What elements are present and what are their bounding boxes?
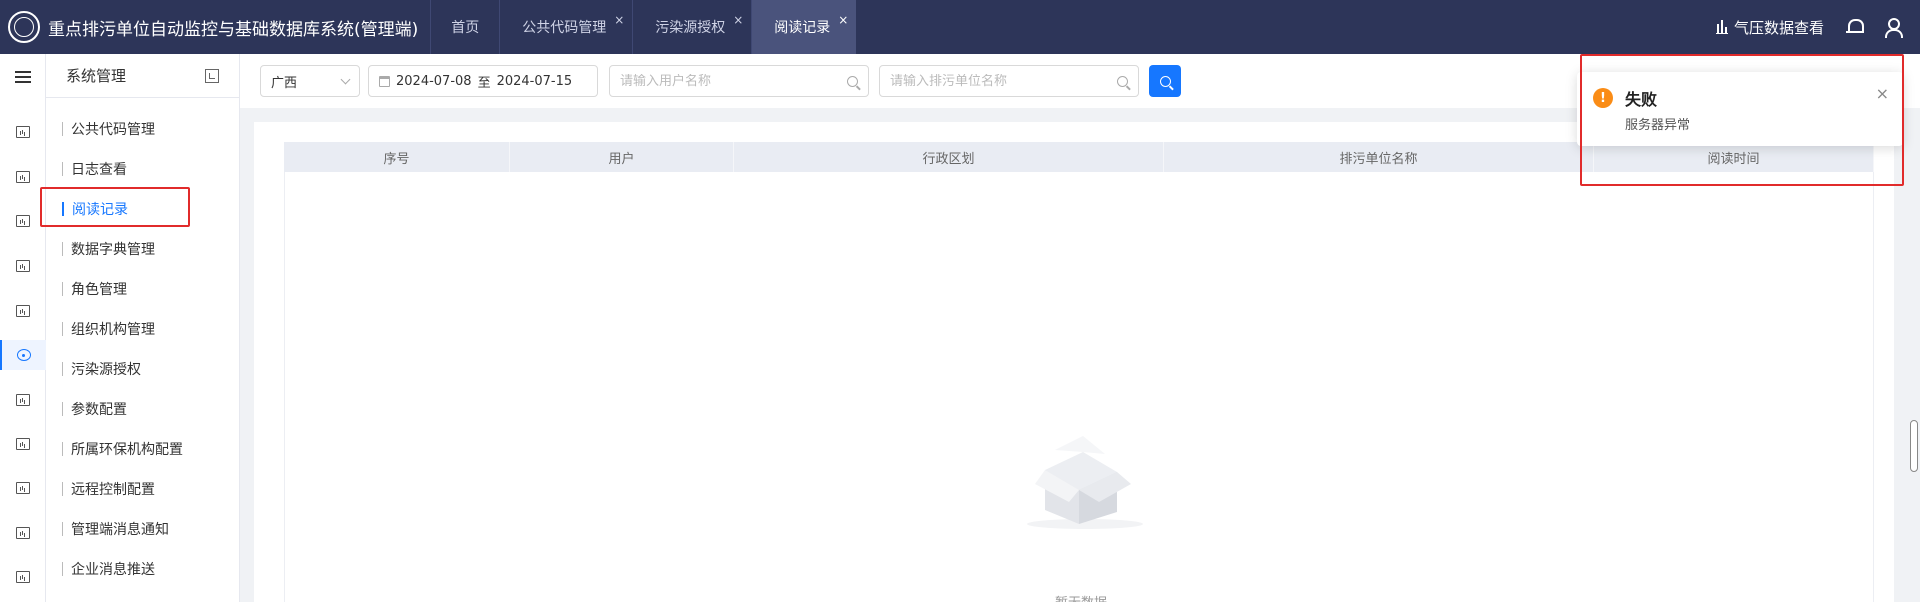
bell-icon[interactable]	[1846, 18, 1864, 36]
sidebar-item-public-code[interactable]: 公共代码管理	[62, 117, 155, 141]
tab-close-icon[interactable]: ×	[838, 14, 848, 26]
sidebar-item-dictionary[interactable]: 数据字典管理	[62, 237, 155, 261]
top-bar: 重点排污单位自动监控与基础数据库系统(管理端) 首页 公共代码管理 × 污染源授…	[0, 0, 1920, 54]
sidebar-item-label: 角色管理	[71, 282, 127, 298]
monitor-icon	[16, 126, 30, 138]
sidebar-item-label: 污染源授权	[71, 362, 141, 378]
user-icon[interactable]	[1884, 18, 1903, 38]
date-separator: 至	[477, 75, 491, 91]
unit-name-input[interactable]	[890, 73, 1117, 89]
rail-item-1[interactable]	[0, 117, 46, 147]
sidebar-item-label: 数据字典管理	[71, 242, 155, 258]
tab-close-icon[interactable]: ×	[614, 14, 624, 26]
tab-label: 首页	[451, 20, 480, 36]
tab-pollution-auth[interactable]: 污染源授权 ×	[632, 0, 751, 54]
monitor-icon	[16, 527, 30, 539]
header-actions: 气压数据查看	[1715, 0, 1920, 54]
pressure-data-link[interactable]: 气压数据查看	[1715, 17, 1824, 38]
tab-label: 公共代码管理	[522, 20, 607, 36]
search-icon	[1117, 75, 1128, 87]
sidebar-item-label: 管理端消息通知	[71, 522, 169, 538]
column-header-user: 用户	[510, 142, 734, 172]
search-icon	[847, 75, 858, 87]
date-start: 2024-07-08	[396, 73, 472, 89]
region-value: 广西	[271, 75, 298, 91]
rail-item-7[interactable]	[0, 385, 46, 415]
sidebar-item-env-agency[interactable]: 所属环保机构配置	[62, 437, 183, 461]
monitor-icon	[16, 394, 30, 406]
user-name-input[interactable]	[620, 73, 847, 89]
app-title: 重点排污单位自动监控与基础数据库系统(管理端)	[48, 19, 419, 40]
pressure-label: 气压数据查看	[1733, 18, 1824, 37]
region-select[interactable]: 广西	[260, 65, 360, 97]
doc-search-icon	[16, 305, 30, 317]
app-logo-icon	[8, 11, 40, 43]
empty-text: 暂无数据	[1055, 592, 1107, 602]
sidebar-item-pollution-auth[interactable]: 污染源授权	[62, 357, 141, 381]
sidebar-item-label: 日志查看	[71, 162, 127, 178]
monitor-icon	[16, 571, 30, 583]
highlight-box-sidebar	[40, 187, 190, 227]
sidebar-item-admin-notice[interactable]: 管理端消息通知	[62, 517, 169, 541]
rail-item-system[interactable]	[0, 340, 46, 370]
tab-home[interactable]: 首页	[430, 0, 499, 54]
column-header-unit-name: 排污单位名称	[1164, 142, 1594, 172]
hamburger-icon	[15, 71, 31, 83]
scrollbar[interactable]	[1910, 420, 1918, 472]
tab-close-icon[interactable]: ×	[733, 14, 743, 26]
search-icon	[1159, 75, 1171, 87]
sidebar-item-label: 远程控制配置	[71, 482, 155, 498]
empty-box-icon	[1027, 436, 1143, 529]
search-button[interactable]	[1149, 65, 1181, 97]
tab-reading-records[interactable]: 阅读记录 ×	[751, 0, 857, 54]
icon-rail	[0, 54, 46, 602]
settings-doc-icon	[16, 171, 30, 183]
sidebar-header: 系统管理	[46, 54, 239, 98]
sidebar-item-remote-control[interactable]: 远程控制配置	[62, 477, 155, 501]
column-header-index: 序号	[284, 142, 510, 172]
table-card: 序号 用户 行政区划 排污单位名称 阅读时间 暂无数据	[254, 122, 1894, 602]
sidebar-item-log[interactable]: 日志查看	[62, 157, 127, 181]
tab-label: 阅读记录	[774, 20, 831, 36]
sidebar-item-label: 所属环保机构配置	[71, 442, 183, 458]
monitor-icon	[16, 482, 30, 494]
sidebar-item-label: 企业消息推送	[71, 562, 155, 578]
rail-item-8[interactable]	[0, 429, 46, 459]
menu-toggle-button[interactable]	[0, 62, 46, 92]
chevron-down-icon	[340, 74, 351, 84]
monitor-icon	[16, 260, 30, 272]
power-icon	[16, 215, 30, 227]
tab-label: 污染源授权	[655, 20, 726, 36]
rail-item-5[interactable]	[0, 296, 46, 326]
system-settings-icon	[17, 349, 31, 361]
sidebar-item-params[interactable]: 参数配置	[62, 397, 127, 421]
sidebar-item-label: 参数配置	[71, 402, 127, 418]
calendar-icon	[379, 75, 390, 87]
sub-sidebar: 系统管理 公共代码管理 日志查看 阅读记录 数据字典管理 角色管理 组织机构管理…	[46, 54, 240, 602]
sidebar-item-organization[interactable]: 组织机构管理	[62, 317, 155, 341]
user-search-field[interactable]	[609, 65, 869, 97]
rail-item-9[interactable]	[0, 473, 46, 503]
unit-search-field[interactable]	[879, 65, 1139, 97]
sidebar-title: 系统管理	[66, 67, 127, 85]
rail-item-11[interactable]	[0, 562, 46, 592]
sidebar-item-label: 公共代码管理	[71, 122, 155, 138]
sidebar-item-label: 组织机构管理	[71, 322, 155, 338]
collapse-icon[interactable]	[205, 68, 219, 83]
sidebar-item-enterprise-push[interactable]: 企业消息推送	[62, 557, 155, 581]
monitor-icon	[16, 438, 30, 450]
bar-chart-icon	[1715, 20, 1728, 34]
rail-item-10[interactable]	[0, 518, 46, 548]
tab-public-code[interactable]: 公共代码管理 ×	[499, 0, 632, 54]
column-header-region: 行政区划	[734, 142, 1164, 172]
sidebar-item-roles[interactable]: 角色管理	[62, 277, 127, 301]
table-body: 暂无数据	[284, 172, 1874, 602]
date-end: 2024-07-15	[496, 73, 573, 89]
highlight-box-notification	[1580, 54, 1904, 186]
rail-item-4[interactable]	[0, 251, 46, 281]
tab-bar: 首页 公共代码管理 × 污染源授权 × 阅读记录 ×	[430, 0, 857, 54]
date-range-picker[interactable]: 2024-07-08 至 2024-07-15	[368, 65, 598, 97]
